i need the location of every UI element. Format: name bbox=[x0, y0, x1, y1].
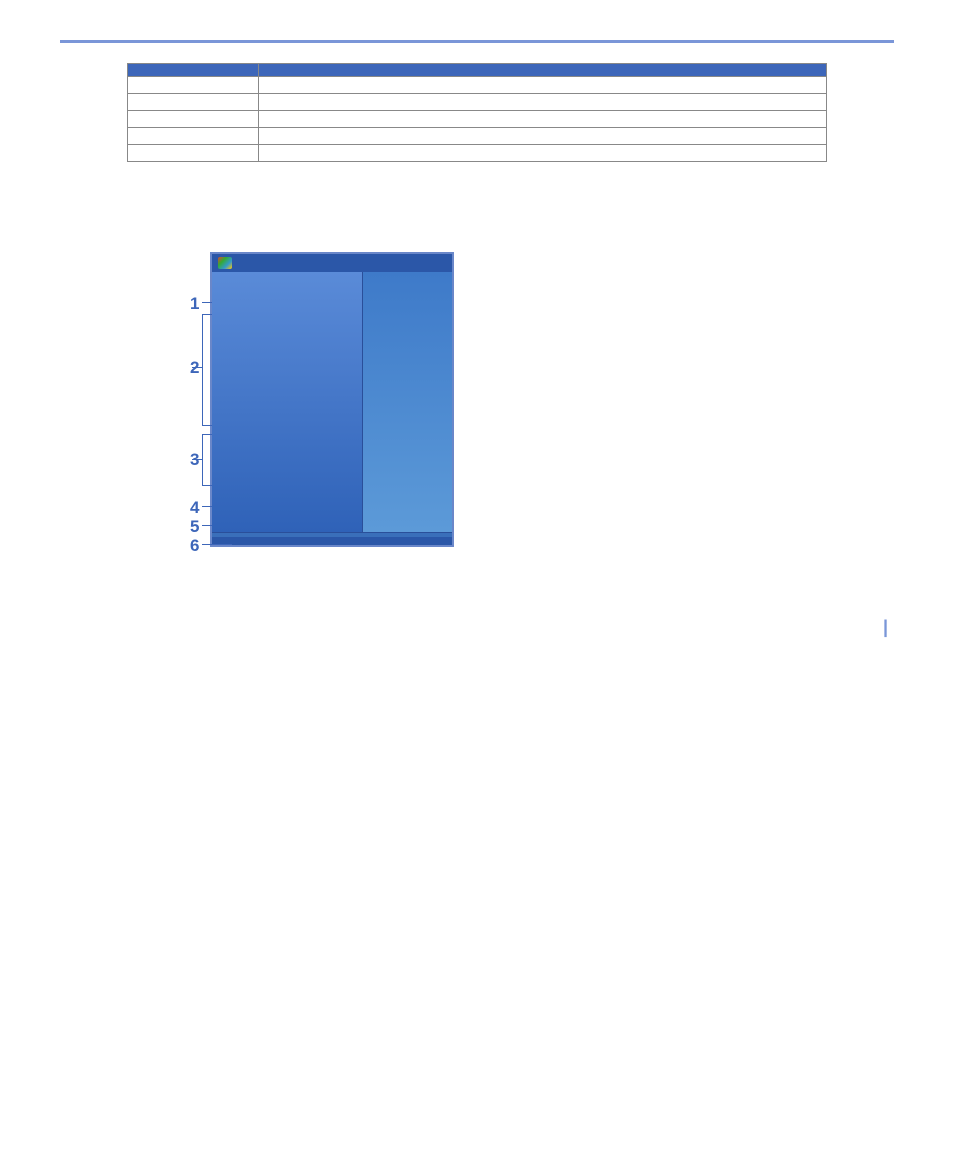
cell-text bbox=[259, 94, 827, 111]
cell-text bbox=[259, 77, 827, 94]
windows-flag-icon bbox=[218, 257, 232, 269]
table-row bbox=[128, 77, 827, 94]
page-footer: | bbox=[60, 617, 894, 638]
mail-icon bbox=[128, 77, 259, 94]
callout-number-1: 1 bbox=[190, 294, 199, 314]
footer-divider: | bbox=[883, 617, 888, 637]
table-row bbox=[128, 94, 827, 111]
th-description bbox=[259, 64, 827, 77]
table-row bbox=[128, 111, 827, 128]
callout-number-2: 2 bbox=[190, 358, 199, 378]
lock-icon bbox=[128, 145, 259, 162]
legend bbox=[510, 252, 894, 312]
notification-icon bbox=[128, 111, 259, 128]
cell-text bbox=[259, 145, 827, 162]
phone-screenshot bbox=[210, 252, 454, 547]
callout-number-3: 3 bbox=[190, 450, 199, 470]
callout-number-4: 4 bbox=[190, 498, 199, 518]
softkey-bar bbox=[212, 537, 452, 545]
cell-text bbox=[259, 128, 827, 145]
callout-number-5: 5 bbox=[190, 517, 199, 537]
th-icon bbox=[128, 64, 259, 77]
voicemail-icon bbox=[128, 94, 259, 111]
table-row bbox=[128, 145, 827, 162]
top-rule bbox=[60, 40, 894, 43]
callout-number-6: 6 bbox=[190, 536, 199, 556]
icon-description-table bbox=[127, 63, 827, 162]
cell-text bbox=[259, 111, 827, 128]
titlebar bbox=[212, 254, 452, 272]
today-screen-background bbox=[363, 272, 452, 532]
table-row bbox=[128, 128, 827, 145]
wifi-on-icon bbox=[128, 128, 259, 145]
start-menu bbox=[212, 272, 363, 532]
